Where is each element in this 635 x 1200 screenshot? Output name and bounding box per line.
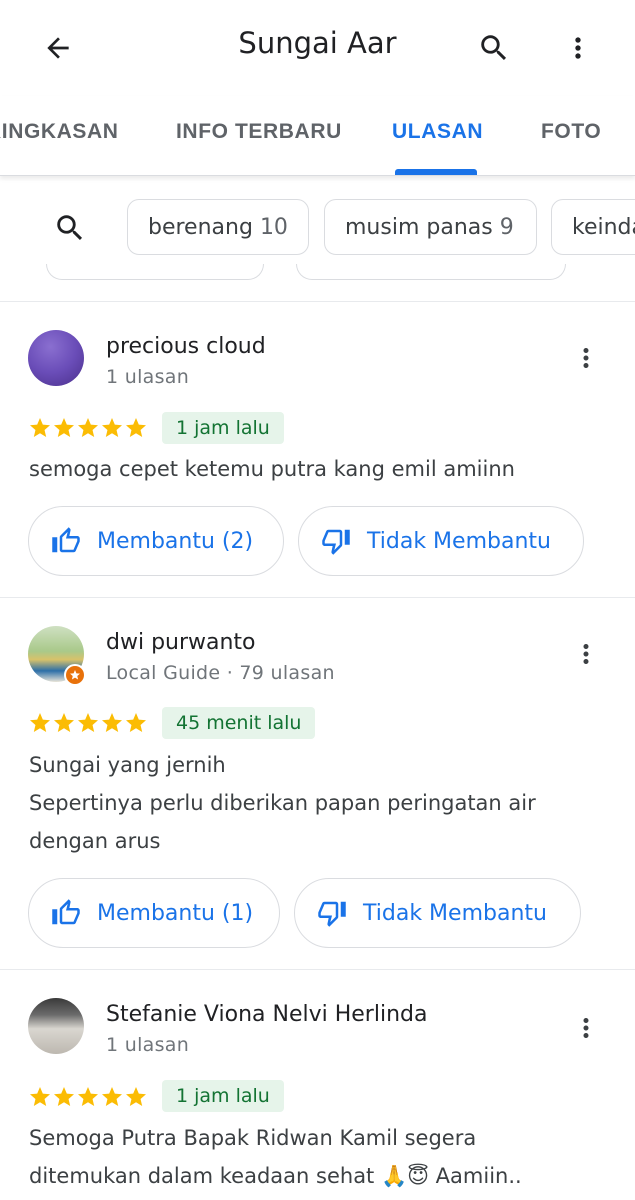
reviewer-name[interactable]: dwi purwanto [106, 630, 256, 655]
search-button[interactable] [472, 26, 516, 70]
review-text-line: Sepertinya perlu diberikan papan peringa… [29, 791, 536, 815]
star-rating [28, 416, 148, 440]
chip-musim-panas[interactable]: musim panas 9 [324, 199, 537, 255]
avatar[interactable] [28, 330, 84, 386]
place-tabs: RINGKASAN INFO TERBARU ULASAN FOTO [0, 96, 635, 176]
star-icon [54, 1087, 74, 1106]
helpful-label: Membantu (2) [97, 528, 254, 554]
review-time-badge: 1 jam lalu [162, 412, 284, 444]
star-icon [78, 1087, 98, 1106]
reviewer-meta: Local Guide · 79 ulasan [106, 662, 335, 684]
top-app-bar: Sungai Aar [0, 0, 635, 96]
chip-berenang[interactable]: berenang 10 [127, 199, 309, 255]
tab-ulasan[interactable]: ULASAN [392, 120, 483, 144]
reviewer-meta: 1 ulasan [106, 366, 190, 388]
not-helpful-label: Tidak Membantu [367, 528, 551, 554]
star-rating [28, 711, 148, 735]
star-icon [102, 713, 122, 732]
star-icon [30, 713, 50, 732]
helpful-button[interactable]: Membantu (1) [28, 878, 280, 948]
previous-helpful-button[interactable] [46, 264, 264, 280]
star-rating [28, 1085, 148, 1109]
more-vert-icon [583, 348, 589, 368]
thumb-down-icon [322, 529, 350, 555]
thumb-up-icon [52, 527, 80, 553]
star-badge-icon [70, 670, 80, 680]
review-card: Stefanie Viona Nelvi Herlinda 1 ulasan 1… [0, 970, 635, 1200]
search-reviews-button[interactable] [48, 206, 92, 250]
review-more-button[interactable] [564, 1006, 608, 1050]
star-icon [126, 1087, 146, 1106]
star-icon [102, 418, 122, 437]
star-icon [30, 1087, 50, 1106]
chip-keindahan[interactable]: keindahan [551, 199, 635, 255]
chip-label: keindahan [572, 214, 635, 240]
tab-foto[interactable]: FOTO [541, 120, 601, 144]
tab-ringkasan[interactable]: RINGKASAN [0, 120, 119, 144]
avatar[interactable] [28, 998, 84, 1054]
star-icon [54, 418, 74, 437]
review-more-button[interactable] [564, 632, 608, 676]
helpful-label: Membantu (1) [97, 900, 254, 926]
star-icon [30, 418, 50, 437]
review-text-line: dengan arus [29, 829, 161, 853]
review-text: Semoga Putra Bapak Ridwan Kamil segera d… [29, 1119, 609, 1195]
star-icon [126, 713, 146, 732]
review-text: semoga cepet ketemu putra kang emil amii… [29, 450, 609, 488]
previous-review-edge [0, 264, 635, 302]
active-tab-indicator [395, 169, 477, 175]
not-helpful-label: Tidak Membantu [363, 900, 547, 926]
review-text-line: ditemukan dalam keadaan sehat 🙏😇 Aamiin.… [29, 1164, 522, 1188]
more-vert-icon [583, 644, 589, 664]
chip-count: 10 [259, 214, 288, 240]
search-icon [57, 215, 83, 241]
search-icon [481, 35, 507, 61]
review-text-line: semoga cepet ketemu putra kang emil amii… [29, 457, 515, 481]
previous-not-helpful-button[interactable] [296, 264, 566, 280]
not-helpful-button[interactable]: Tidak Membantu [298, 506, 584, 576]
thumb-up-icon [52, 899, 80, 925]
star-icon [78, 713, 98, 732]
thumb-down-icon [318, 901, 346, 927]
chip-label: berenang [148, 214, 253, 240]
page-title: Sungai Aar [238, 26, 397, 60]
review-text-line: Sungai yang jernih [29, 753, 226, 777]
local-guide-badge [64, 664, 86, 686]
tab-info-terbaru[interactable]: INFO TERBARU [176, 120, 342, 144]
chip-label: musim panas [345, 214, 493, 240]
more-vert-icon [575, 37, 581, 59]
star-icon [102, 1087, 122, 1106]
more-options-button[interactable] [556, 26, 600, 70]
reviewer-meta: 1 ulasan [106, 1034, 190, 1056]
review-text-line: Semoga Putra Bapak Ridwan Kamil segera [29, 1126, 477, 1150]
review-card: dwi purwanto Local Guide · 79 ulasan 45 … [0, 598, 635, 970]
not-helpful-button[interactable]: Tidak Membantu [294, 878, 581, 948]
review-text: Sungai yang jernih Sepertinya perlu dibe… [29, 746, 609, 860]
reviewer-name[interactable]: Stefanie Viona Nelvi Herlinda [106, 1002, 427, 1027]
reviewer-name[interactable]: precious cloud [106, 334, 266, 359]
review-more-button[interactable] [564, 336, 608, 380]
review-time-badge: 1 jam lalu [162, 1080, 284, 1112]
review-card: precious cloud 1 ulasan 1 jam lalu semog… [0, 302, 635, 598]
more-vert-icon [583, 1018, 589, 1038]
star-icon [54, 713, 74, 732]
review-topic-chips: berenang10 musim panas9 keindahan [0, 176, 635, 276]
star-icon [126, 418, 146, 437]
star-icon [78, 418, 98, 437]
chip-count: 9 [499, 214, 514, 240]
review-time-badge: 45 menit lalu [162, 707, 316, 739]
helpful-button[interactable]: Membantu (2) [28, 506, 284, 576]
